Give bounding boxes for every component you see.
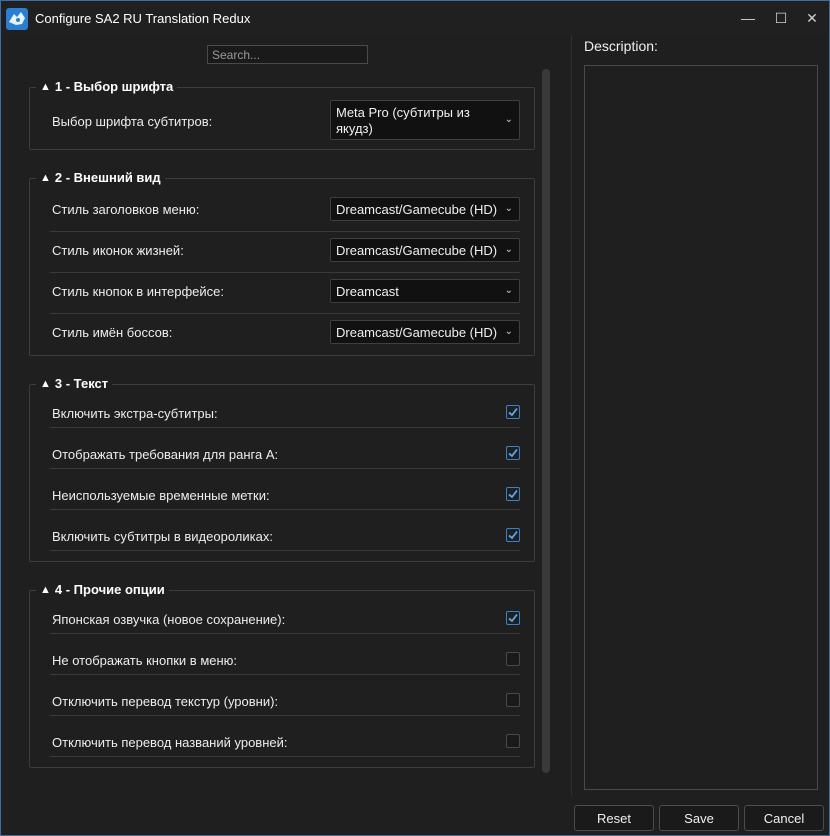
dropdown-value: Dreamcast/Gamecube (HD)	[336, 243, 498, 258]
setting-label: Не отображать кнопки в меню:	[52, 653, 238, 668]
extra-subtitles-checkbox[interactable]	[506, 405, 520, 419]
japanese-voice-checkbox[interactable]	[506, 611, 520, 625]
setting-row: Стиль кнопок в интерфейсе: Dreamcast ⌄	[50, 273, 520, 314]
setting-label: Японская озвучка (новое сохранение):	[52, 612, 286, 627]
checkmark-icon	[508, 613, 518, 623]
collapse-triangle-icon[interactable]: ▲	[40, 81, 51, 93]
setting-row: Стиль иконок жизней: Dreamcast/Gamecube …	[50, 232, 520, 273]
close-window-button[interactable]: ✕	[797, 5, 827, 31]
checkmark-icon	[508, 448, 518, 458]
boss-name-style-dropdown[interactable]: Dreamcast/Gamecube (HD) ⌄	[330, 320, 520, 344]
setting-label: Стиль имён боссов:	[52, 325, 173, 340]
description-box	[584, 65, 818, 790]
setting-row: Выбор шрифта субтитров: Meta Pro (субтит…	[50, 100, 520, 142]
rank-a-requirements-checkbox[interactable]	[506, 446, 520, 460]
minimize-icon: —	[741, 10, 755, 26]
chevron-down-icon: ⌄	[504, 114, 513, 125]
group-header[interactable]: ▲ 3 - Текст	[36, 376, 113, 391]
group-title: 2 - Внешний вид	[54, 170, 161, 185]
checkmark-icon	[508, 407, 518, 417]
collapse-triangle-icon[interactable]: ▲	[40, 584, 51, 596]
dropdown-value: Dreamcast	[336, 284, 399, 299]
scrollbar-thumb[interactable]	[542, 69, 550, 773]
panel-divider	[571, 35, 572, 795]
reset-button[interactable]: Reset	[574, 805, 654, 831]
collapse-triangle-icon[interactable]: ▲	[40, 378, 51, 390]
disable-texture-translation-checkbox[interactable]	[506, 693, 520, 707]
subtitle-font-dropdown[interactable]: Meta Pro (субтитры из якудз) ⌄	[330, 100, 520, 140]
group-title: 1 - Выбор шрифта	[54, 79, 174, 94]
group-header[interactable]: ▲ 4 - Прочие опции	[36, 582, 169, 597]
checkmark-icon	[508, 489, 518, 499]
collapse-triangle-icon[interactable]: ▲	[40, 172, 51, 184]
setting-label: Отключить перевод текстур (уровни):	[52, 694, 279, 709]
setting-row: Стиль имён боссов: Dreamcast/Gamecube (H…	[50, 314, 520, 355]
setting-row: Отключить перевод текстур (уровни):	[50, 675, 520, 716]
setting-row: Японская озвучка (новое сохранение):	[50, 603, 520, 634]
close-icon: ✕	[806, 9, 818, 26]
window-title: Configure SA2 RU Translation Redux	[35, 11, 251, 26]
dropdown-value: Meta Pro (субтитры из якудз)	[336, 105, 470, 136]
description-label: Description:	[584, 38, 658, 54]
group-header[interactable]: ▲ 2 - Внешний вид	[36, 170, 165, 185]
config-window: Configure SA2 RU Translation Redux — ☐ ✕…	[0, 0, 830, 836]
dropdown-value: Dreamcast/Gamecube (HD)	[336, 202, 498, 217]
chevron-down-icon: ⌄	[504, 285, 513, 296]
chevron-down-icon: ⌄	[504, 203, 513, 214]
setting-label: Отображать требования для ранга А:	[52, 447, 279, 462]
minimize-button[interactable]: —	[733, 5, 763, 31]
group-other-options: ▲ 4 - Прочие опции Японская озвучка (нов…	[29, 582, 535, 768]
setting-row: Неиспользуемые временные метки:	[50, 469, 520, 510]
unused-timestamps-checkbox[interactable]	[506, 487, 520, 501]
group-title: 4 - Прочие опции	[54, 582, 165, 597]
disable-level-name-translation-checkbox[interactable]	[506, 734, 520, 748]
settings-scrollbar[interactable]	[541, 69, 551, 773]
setting-label: Стиль кнопок в интерфейсе:	[52, 284, 224, 299]
setting-row: Отключить перевод названий уровней:	[50, 716, 520, 757]
hide-menu-buttons-checkbox[interactable]	[506, 652, 520, 666]
menu-title-style-dropdown[interactable]: Dreamcast/Gamecube (HD) ⌄	[330, 197, 520, 221]
button-style-dropdown[interactable]: Dreamcast ⌄	[330, 279, 520, 303]
setting-row: Не отображать кнопки в меню:	[50, 634, 520, 675]
setting-label: Стиль заголовков меню:	[52, 202, 200, 217]
setting-label: Стиль иконок жизней:	[52, 243, 184, 258]
checkmark-icon	[508, 530, 518, 540]
search-input[interactable]	[207, 45, 368, 64]
cutscene-subtitles-checkbox[interactable]	[506, 528, 520, 542]
setting-row: Отображать требования для ранга А:	[50, 428, 520, 469]
title-bar: Configure SA2 RU Translation Redux — ☐ ✕	[1, 1, 829, 35]
setting-row: Включить субтитры в видеороликах:	[50, 510, 520, 551]
group-appearance: ▲ 2 - Внешний вид Стиль заголовков меню:…	[29, 170, 535, 356]
group-header[interactable]: ▲ 1 - Выбор шрифта	[36, 79, 178, 94]
cancel-button[interactable]: Cancel	[744, 805, 824, 831]
sonic-app-icon	[6, 8, 28, 30]
maximize-button[interactable]: ☐	[766, 5, 796, 31]
group-title: 3 - Текст	[54, 376, 109, 391]
group-text: ▲ 3 - Текст Включить экстра-субтитры: От…	[29, 376, 535, 562]
life-icon-style-dropdown[interactable]: Dreamcast/Gamecube (HD) ⌄	[330, 238, 520, 262]
setting-label: Отключить перевод названий уровней:	[52, 735, 288, 750]
setting-row: Включить экстра-субтитры:	[50, 397, 520, 428]
chevron-down-icon: ⌄	[504, 244, 513, 255]
setting-label: Включить субтитры в видеороликах:	[52, 529, 273, 544]
setting-label: Неиспользуемые временные метки:	[52, 488, 270, 503]
setting-row: Стиль заголовков меню: Dreamcast/Gamecub…	[50, 191, 520, 232]
save-button[interactable]: Save	[659, 805, 739, 831]
setting-label: Выбор шрифта субтитров:	[52, 114, 213, 129]
group-font-selection: ▲ 1 - Выбор шрифта Выбор шрифта субтитро…	[29, 79, 535, 150]
chevron-down-icon: ⌄	[504, 326, 513, 337]
maximize-icon: ☐	[774, 9, 788, 26]
dropdown-value: Dreamcast/Gamecube (HD)	[336, 325, 498, 340]
setting-label: Включить экстра-субтитры:	[52, 406, 218, 421]
